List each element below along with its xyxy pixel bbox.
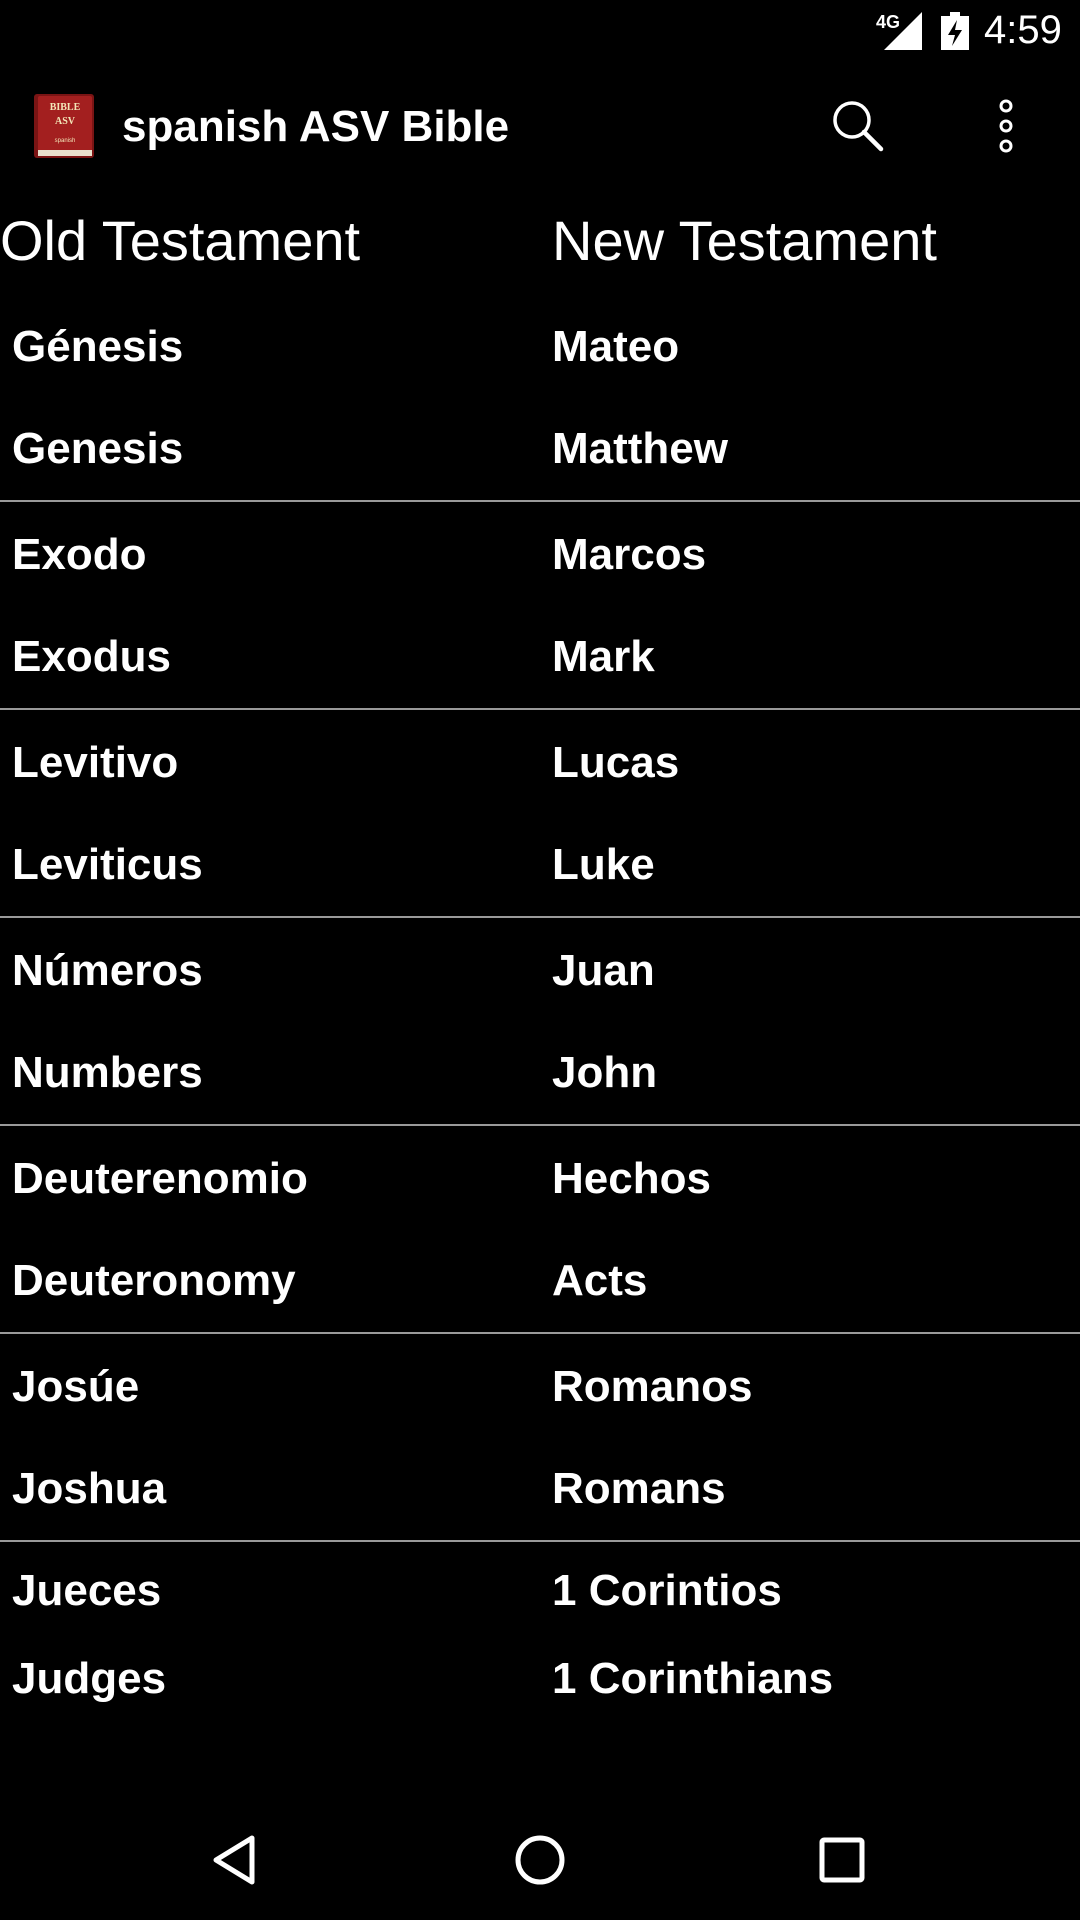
new-testament-book-luke[interactable]: Lucas Luke bbox=[552, 710, 1072, 916]
home-circle-icon[interactable] bbox=[510, 1830, 570, 1890]
battery-charging-icon bbox=[941, 12, 969, 50]
book-name-english: Acts bbox=[552, 1256, 648, 1305]
book-row: Números Numbers Juan John bbox=[0, 918, 1080, 1126]
book-name-spanish: Deuterenomio bbox=[12, 1154, 308, 1203]
book-name-spanish: Números bbox=[12, 946, 203, 995]
book-row: Exodo Exodus Marcos Mark bbox=[0, 502, 1080, 710]
back-triangle-icon[interactable] bbox=[206, 1830, 266, 1890]
old-testament-book-leviticus[interactable]: Levitivo Leviticus bbox=[12, 710, 532, 916]
new-testament-book-mark[interactable]: Marcos Mark bbox=[552, 502, 1072, 708]
book-row: Deuterenomio Deuteronomy Hechos Acts bbox=[0, 1126, 1080, 1334]
cell-signal-icon bbox=[884, 12, 922, 50]
book-row: Génesis Genesis Mateo Matthew bbox=[0, 294, 1080, 502]
book-name-spanish: Marcos bbox=[552, 530, 707, 579]
book-name-spanish: Levitivo bbox=[12, 738, 179, 787]
bible-book-icon[interactable]: BIBLE ASV spanish bbox=[32, 94, 96, 158]
new-testament-header: New Testament bbox=[552, 209, 937, 272]
book-name-english: Exodus bbox=[12, 632, 171, 681]
book-name-english: 1 Corinthians bbox=[552, 1654, 834, 1703]
old-testament-book-genesis[interactable]: Génesis Genesis bbox=[12, 294, 532, 500]
old-testament-book-exodus[interactable]: Exodo Exodus bbox=[12, 502, 532, 708]
more-vert-icon[interactable] bbox=[982, 96, 1030, 156]
old-testament-book-joshua[interactable]: Josúe Joshua bbox=[12, 1334, 532, 1540]
book-row: Levitivo Leviticus Lucas Luke bbox=[0, 710, 1080, 918]
book-name-english: Numbers bbox=[12, 1048, 203, 1097]
old-testament-book-numbers[interactable]: Números Numbers bbox=[12, 918, 532, 1124]
book-name-spanish: Exodo bbox=[12, 530, 147, 579]
app-icon-text-bible: BIBLE bbox=[50, 102, 81, 113]
book-name-spanish: Jueces bbox=[12, 1566, 162, 1615]
book-name-english: Genesis bbox=[12, 424, 184, 473]
book-name-spanish: Josúe bbox=[12, 1362, 140, 1411]
old-testament-book-judges[interactable]: Jueces Judges bbox=[12, 1542, 532, 1748]
navigation-bar bbox=[0, 1800, 1080, 1920]
clock-time: 4:59 bbox=[984, 8, 1062, 52]
book-list: Génesis Genesis Mateo Matthew Exodo Exod… bbox=[0, 294, 1080, 1750]
book-name-spanish: Mateo bbox=[552, 322, 680, 371]
book-name-english: Luke bbox=[552, 840, 655, 889]
book-name-spanish: Hechos bbox=[552, 1154, 711, 1203]
search-icon[interactable] bbox=[828, 96, 888, 156]
old-testament-header: Old Testament bbox=[0, 209, 361, 272]
book-name-spanish: Romanos bbox=[552, 1362, 753, 1411]
new-testament-book-matthew[interactable]: Mateo Matthew bbox=[552, 294, 1072, 500]
book-name-english: Matthew bbox=[552, 424, 728, 473]
new-testament-book-acts[interactable]: Hechos Acts bbox=[552, 1126, 1072, 1332]
book-name-english: Joshua bbox=[12, 1464, 167, 1513]
book-name-english: Romans bbox=[552, 1464, 726, 1513]
app-icon-text-asv: ASV bbox=[55, 116, 76, 127]
status-bar: 4G 4:59 bbox=[0, 0, 1080, 62]
new-testament-book-john[interactable]: Juan John bbox=[552, 918, 1072, 1124]
book-name-english: Leviticus bbox=[12, 840, 203, 889]
old-testament-book-deuteronomy[interactable]: Deuterenomio Deuteronomy bbox=[12, 1126, 532, 1332]
recents-square-icon[interactable] bbox=[812, 1830, 872, 1890]
book-name-english: Mark bbox=[552, 632, 655, 681]
new-testament-book-1-corinthians[interactable]: 1 Corintios 1 Corinthians bbox=[552, 1542, 1072, 1748]
app-title: spanish ASV Bible bbox=[122, 102, 510, 151]
new-testament-book-romans[interactable]: Romanos Romans bbox=[552, 1334, 1072, 1540]
book-name-english: Judges bbox=[12, 1654, 167, 1703]
book-row: Jueces Judges 1 Corintios 1 Corinthians bbox=[0, 1542, 1080, 1750]
book-row: Josúe Joshua Romanos Romans bbox=[0, 1334, 1080, 1542]
app-bar: BIBLE ASV spanish spanish ASV Bible bbox=[0, 62, 1080, 194]
book-name-english: John bbox=[552, 1048, 658, 1097]
book-name-spanish: Juan bbox=[552, 946, 655, 995]
book-name-spanish: Génesis bbox=[12, 322, 184, 371]
app-icon-text-spanish: spanish bbox=[55, 138, 76, 144]
book-name-spanish: 1 Corintios bbox=[552, 1566, 782, 1615]
book-name-spanish: Lucas bbox=[552, 738, 680, 787]
book-name-english: Deuteronomy bbox=[12, 1256, 296, 1305]
